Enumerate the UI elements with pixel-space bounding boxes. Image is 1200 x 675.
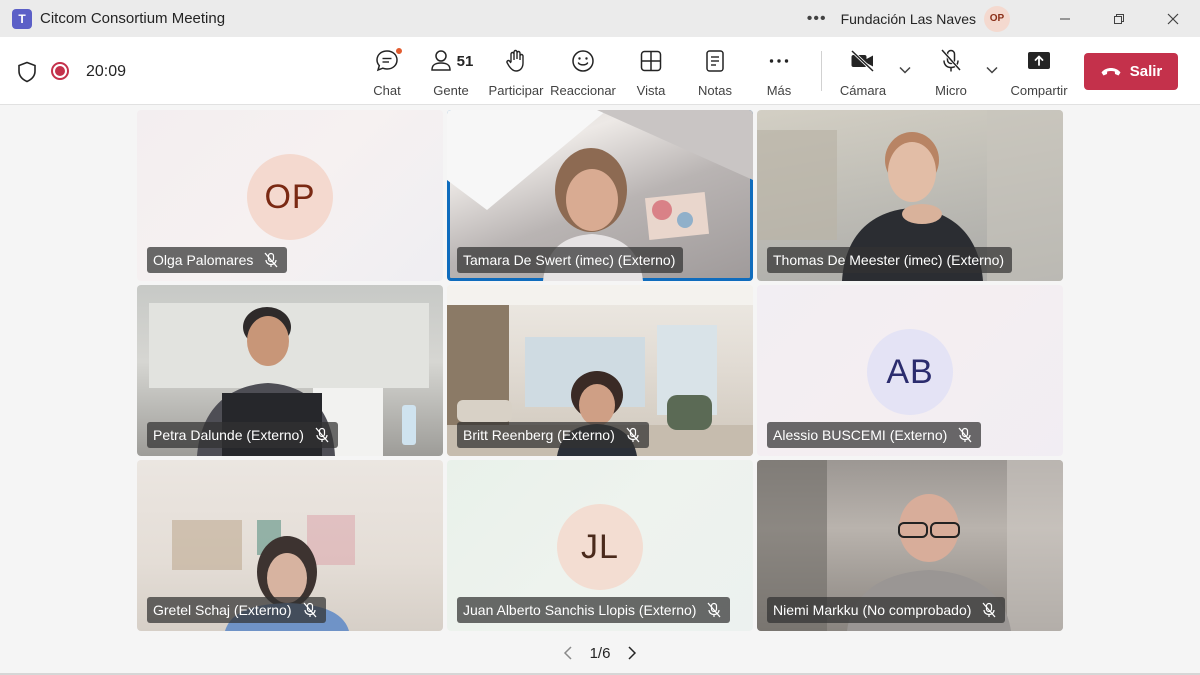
mic-label: Micro: [935, 83, 967, 98]
participant-name: Thomas De Meester (imec) (Externo): [773, 252, 1005, 268]
more-options-icon[interactable]: •••: [807, 10, 827, 28]
share-screen-icon: [1028, 52, 1050, 69]
more-dots-icon: [769, 59, 789, 63]
org-name[interactable]: Fundación Las Naves: [841, 11, 976, 27]
raise-hand-icon: [506, 49, 524, 72]
more-button[interactable]: Más: [761, 47, 797, 99]
notes-icon: [706, 50, 724, 72]
close-button[interactable]: [1146, 0, 1200, 37]
meeting-toolbar: 20:09 Chat 51 Gente Participar Reacciona…: [0, 37, 1200, 105]
participant-name-tag: Juan Alberto Sanchis Llopis (Externo): [457, 597, 731, 623]
teams-logo-icon: T: [12, 8, 32, 29]
share-label: Compartir: [1010, 83, 1068, 98]
participant-name: Juan Alberto Sanchis Llopis (Externo): [463, 602, 697, 618]
more-label: Más: [766, 83, 792, 98]
chat-notification-dot: [395, 47, 403, 55]
mic-muted-icon: [263, 252, 279, 268]
grid-view-icon: [640, 50, 662, 72]
participant-name-tag: Thomas De Meester (imec) (Externo): [767, 247, 1013, 273]
participant-tile[interactable]: Britt Reenberg (Externo): [447, 285, 753, 456]
participant-name: Niemi Markku (No comprobado): [773, 602, 972, 618]
people-icon: [430, 50, 451, 71]
meeting-timer: 20:09: [86, 63, 127, 80]
camera-label: Cámara: [839, 83, 887, 98]
recording-icon: [51, 62, 69, 80]
mic-muted-icon: [625, 427, 641, 443]
people-count: 51: [456, 52, 474, 70]
participant-tile[interactable]: AB Alessio BUSCEMI (Externo): [757, 285, 1063, 456]
participant-tile[interactable]: JL Juan Alberto Sanchis Llopis (Externo): [447, 460, 753, 631]
participant-name-tag: Britt Reenberg (Externo): [457, 422, 649, 448]
participant-initials-avatar: AB: [867, 329, 953, 415]
smiley-icon: [572, 50, 594, 72]
chevron-right-icon: [628, 646, 637, 660]
mic-off-icon: [940, 48, 962, 72]
mic-muted-icon: [314, 427, 330, 443]
participant-name-tag: Niemi Markku (No comprobado): [767, 597, 1006, 623]
close-icon: [1167, 13, 1179, 24]
shield-icon[interactable]: [17, 61, 37, 83]
title-bar: T Citcom Consortium Meeting ••• Fundació…: [0, 0, 1200, 37]
chat-label: Chat: [373, 83, 401, 98]
camera-button[interactable]: Cámara: [840, 47, 886, 99]
notes-label: Notas: [698, 83, 732, 98]
leave-label: Salir: [1129, 63, 1163, 80]
next-page-button[interactable]: [620, 645, 644, 661]
mic-muted-icon: [706, 602, 722, 618]
page-indicator: 1/6: [589, 644, 611, 662]
chat-button[interactable]: Chat: [366, 47, 408, 99]
previous-page-button[interactable]: [556, 645, 580, 661]
share-button[interactable]: Compartir: [1010, 47, 1068, 99]
participant-name: Alessio BUSCEMI (Externo): [773, 427, 948, 443]
react-label: Reaccionar: [550, 83, 616, 98]
restore-icon: [1114, 13, 1124, 24]
view-label: Vista: [636, 83, 666, 98]
participant-name: Olga Palomares: [153, 252, 254, 268]
pagination: 1/6: [0, 640, 1200, 666]
user-avatar[interactable]: OP: [984, 5, 1010, 32]
participant-initials-avatar: JL: [557, 504, 643, 590]
react-button[interactable]: Reaccionar: [550, 47, 616, 99]
camera-off-icon: [850, 49, 875, 73]
hang-up-icon: [1101, 67, 1121, 75]
participant-tile[interactable]: Thomas De Meester (imec) (Externo): [757, 110, 1063, 281]
participant-tile[interactable]: OP Olga Palomares: [137, 110, 443, 281]
people-label: Gente: [433, 83, 469, 98]
restore-button[interactable]: [1092, 0, 1146, 37]
people-button[interactable]: 51 Gente: [428, 47, 474, 99]
participant-name: Britt Reenberg (Externo): [463, 427, 615, 443]
raise-hand-label: Participar: [488, 83, 544, 98]
participant-name: Petra Dalunde (Externo): [153, 427, 304, 443]
participant-name: Tamara De Swert (imec) (Externo): [463, 252, 676, 268]
raise-hand-button[interactable]: Participar: [489, 47, 543, 99]
mic-muted-icon: [981, 602, 997, 618]
camera-options-chevron-icon[interactable]: [898, 63, 912, 77]
leave-button[interactable]: Salir: [1084, 53, 1178, 90]
participant-tile[interactable]: Niemi Markku (No comprobado): [757, 460, 1063, 631]
window-title: Citcom Consortium Meeting: [40, 10, 226, 27]
participant-name: Gretel Schaj (Externo): [153, 602, 292, 618]
participant-name-tag: Tamara De Swert (imec) (Externo): [457, 247, 684, 273]
mic-muted-icon: [957, 427, 973, 443]
minimize-button[interactable]: [1038, 0, 1092, 37]
minimize-icon: [1060, 18, 1070, 19]
view-button[interactable]: Vista: [631, 47, 671, 99]
participant-initials-avatar: OP: [247, 154, 333, 240]
chevron-left-icon: [563, 646, 572, 660]
notes-button[interactable]: Notas: [695, 47, 735, 99]
participant-name-tag: Alessio BUSCEMI (Externo): [767, 422, 982, 448]
participant-name-tag: Olga Palomares: [147, 247, 288, 273]
mic-button[interactable]: Micro: [930, 47, 972, 99]
participant-name-tag: Gretel Schaj (Externo): [147, 597, 326, 623]
participant-tile[interactable]: Petra Dalunde (Externo): [137, 285, 443, 456]
title-bar-right: ••• Fundación Las Naves OP: [807, 0, 1200, 37]
participant-tile[interactable]: Tamara De Swert (imec) (Externo): [447, 110, 753, 281]
participant-name-tag: Petra Dalunde (Externo): [147, 422, 338, 448]
participant-tile[interactable]: Gretel Schaj (Externo): [137, 460, 443, 631]
mic-muted-icon: [302, 602, 318, 618]
video-grid: OP Olga Palomares Tamara De Swert (imec)…: [137, 110, 1064, 631]
mic-options-chevron-icon[interactable]: [985, 63, 999, 77]
toolbar-divider: [821, 51, 822, 91]
